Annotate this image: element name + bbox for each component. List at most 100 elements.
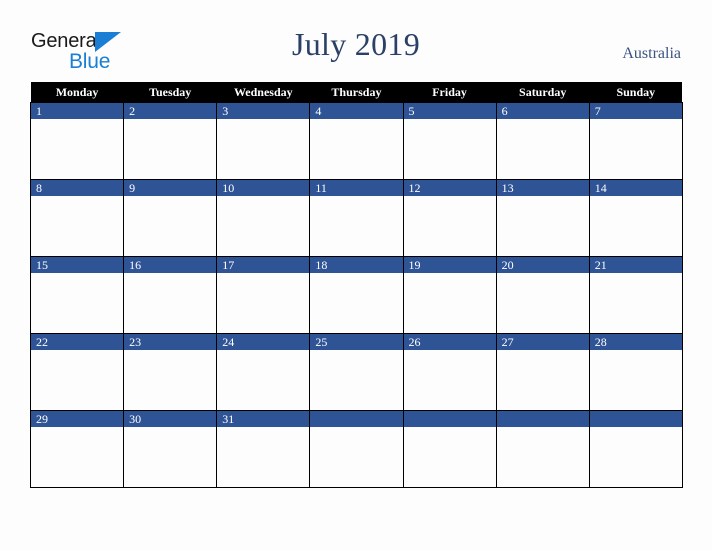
day-number: 24	[217, 334, 310, 350]
calendar-day-cell[interactable]: 18	[309, 256, 404, 334]
calendar-day-cell[interactable]: 29	[29, 410, 125, 488]
calendar-header-row: Monday Tuesday Wednesday Thursday Friday…	[30, 82, 683, 103]
day-events[interactable]	[496, 427, 589, 487]
day-events[interactable]	[124, 196, 217, 256]
day-number	[403, 411, 496, 427]
calendar-day-cell[interactable]: 26	[402, 333, 497, 411]
day-number: 2	[124, 103, 217, 119]
calendar-day-cell[interactable]	[309, 410, 404, 488]
day-events[interactable]	[310, 273, 403, 333]
day-events[interactable]	[217, 196, 310, 256]
calendar-day-cell[interactable]: 3	[216, 102, 311, 180]
weekday-header-friday: Friday	[403, 82, 497, 103]
calendar-week-row: 29 30 31	[29, 410, 683, 488]
calendar-day-cell[interactable]: 2	[123, 102, 218, 180]
day-number: 16	[124, 257, 217, 273]
day-events[interactable]	[589, 273, 682, 333]
day-number: 1	[31, 103, 124, 119]
day-events[interactable]	[310, 119, 403, 179]
day-events[interactable]	[124, 273, 217, 333]
day-number: 23	[124, 334, 217, 350]
day-events[interactable]	[496, 350, 589, 410]
day-events[interactable]	[217, 119, 310, 179]
day-events[interactable]	[589, 427, 682, 487]
day-number: 4	[310, 103, 403, 119]
weekday-header-monday: Monday	[30, 82, 124, 103]
calendar-day-cell[interactable]: 4	[309, 102, 404, 180]
day-events[interactable]	[31, 273, 124, 333]
day-events[interactable]	[31, 196, 124, 256]
calendar-day-cell[interactable]: 13	[495, 179, 590, 257]
day-events[interactable]	[496, 196, 589, 256]
day-number	[310, 411, 403, 427]
calendar-day-cell[interactable]: 15	[29, 256, 125, 334]
day-events[interactable]	[217, 273, 310, 333]
day-events[interactable]	[124, 119, 217, 179]
day-number: 10	[217, 180, 310, 196]
calendar-body: 1 2 3 4 5 6 7 8 9 10 11 12 13 14 15 16 1…	[29, 102, 683, 488]
day-events[interactable]	[589, 196, 682, 256]
day-events[interactable]	[124, 427, 217, 487]
calendar-day-cell[interactable]: 6	[495, 102, 590, 180]
day-events[interactable]	[310, 196, 403, 256]
calendar-day-cell[interactable]: 12	[402, 179, 497, 257]
day-events[interactable]	[403, 427, 496, 487]
day-events[interactable]	[31, 350, 124, 410]
day-number: 7	[589, 103, 682, 119]
day-events[interactable]	[403, 119, 496, 179]
calendar-day-cell[interactable]: 31	[216, 410, 311, 488]
calendar-day-cell[interactable]: 11	[309, 179, 404, 257]
calendar-day-cell[interactable]: 22	[29, 333, 125, 411]
day-events[interactable]	[589, 350, 682, 410]
calendar-day-cell[interactable]: 14	[588, 179, 683, 257]
calendar-day-cell[interactable]: 5	[402, 102, 497, 180]
day-events[interactable]	[496, 273, 589, 333]
calendar-day-cell[interactable]: 20	[495, 256, 590, 334]
calendar-day-cell[interactable]: 7	[588, 102, 683, 180]
calendar-grid: Monday Tuesday Wednesday Thursday Friday…	[29, 82, 683, 488]
day-events[interactable]	[403, 196, 496, 256]
calendar-day-cell[interactable]: 21	[588, 256, 683, 334]
country-label: Australia	[622, 45, 681, 62]
calendar-day-cell[interactable]: 10	[216, 179, 311, 257]
day-number: 15	[31, 257, 124, 273]
weekday-header-row: Monday Tuesday Wednesday Thursday Friday…	[30, 82, 683, 103]
calendar-day-cell[interactable]: 28	[588, 333, 683, 411]
day-number: 13	[496, 180, 589, 196]
day-events[interactable]	[31, 427, 124, 487]
calendar-day-cell[interactable]: 25	[309, 333, 404, 411]
day-events[interactable]	[310, 350, 403, 410]
calendar-day-cell[interactable]: 19	[402, 256, 497, 334]
day-number: 12	[403, 180, 496, 196]
calendar-day-cell[interactable]: 24	[216, 333, 311, 411]
day-number: 3	[217, 103, 310, 119]
day-events[interactable]	[496, 119, 589, 179]
day-events[interactable]	[124, 350, 217, 410]
day-number: 25	[310, 334, 403, 350]
calendar-day-cell[interactable]	[402, 410, 497, 488]
day-number: 11	[310, 180, 403, 196]
day-events[interactable]	[217, 427, 310, 487]
calendar-day-cell[interactable]: 30	[123, 410, 218, 488]
calendar-day-cell[interactable]: 17	[216, 256, 311, 334]
day-events[interactable]	[31, 119, 124, 179]
page-title: July 2019	[291, 26, 421, 62]
calendar-day-cell[interactable]: 8	[29, 179, 125, 257]
calendar-day-cell[interactable]: 23	[123, 333, 218, 411]
calendar-day-cell[interactable]	[588, 410, 683, 488]
calendar-day-cell[interactable]: 1	[29, 102, 125, 180]
day-number: 28	[589, 334, 682, 350]
day-events[interactable]	[217, 350, 310, 410]
calendar-day-cell[interactable]	[495, 410, 590, 488]
day-events[interactable]	[403, 350, 496, 410]
day-events[interactable]	[310, 427, 403, 487]
weekday-header-wednesday: Wednesday	[216, 82, 310, 103]
calendar-day-cell[interactable]: 9	[123, 179, 218, 257]
calendar-page: General Blue July 2019 Australia Monday …	[0, 0, 712, 550]
weekday-header-thursday: Thursday	[309, 82, 403, 103]
calendar-day-cell[interactable]: 16	[123, 256, 218, 334]
day-events[interactable]	[403, 273, 496, 333]
day-number	[496, 411, 589, 427]
day-events[interactable]	[589, 119, 682, 179]
calendar-day-cell[interactable]: 27	[495, 333, 590, 411]
